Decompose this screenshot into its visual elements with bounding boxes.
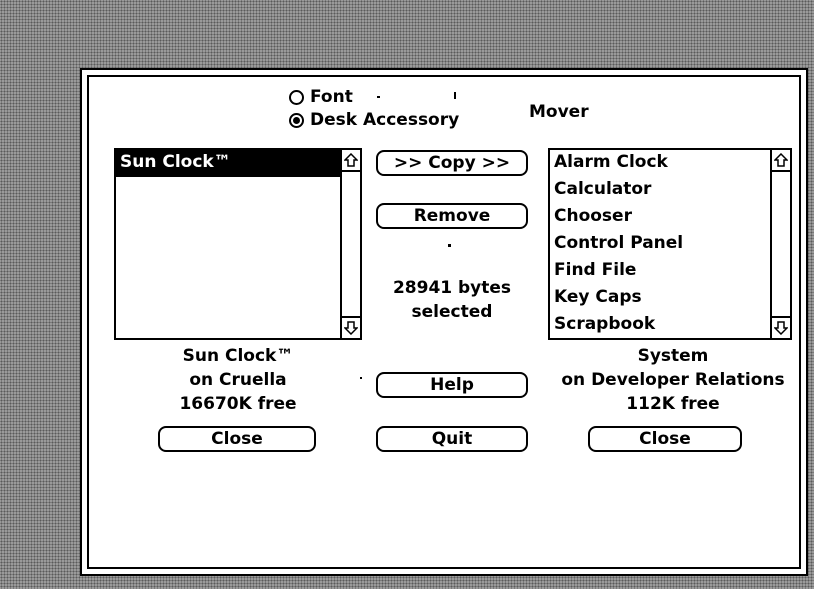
scan-speck (377, 96, 380, 98)
right-file-list[interactable]: Alarm Clock Calculator Chooser Control P… (548, 148, 792, 340)
status-selected: selected (411, 302, 493, 322)
left-list-items: Sun Clock™ (116, 150, 340, 338)
right-scrollbar[interactable] (770, 150, 790, 338)
left-scroll-down-arrow-icon[interactable] (342, 316, 360, 338)
left-free-space: 16670K free (179, 394, 297, 414)
list-item[interactable]: Find File (550, 258, 770, 285)
list-item[interactable]: Alarm Clock (550, 150, 770, 177)
list-item[interactable]: Key Caps (550, 285, 770, 312)
list-item[interactable]: Control Panel (550, 231, 770, 258)
list-item[interactable]: Scrapbook (550, 312, 770, 338)
radio-font-indicator[interactable] (289, 89, 304, 105)
list-item[interactable]: Sun Clock™ (116, 150, 340, 177)
left-file-list[interactable]: Sun Clock™ (114, 148, 362, 340)
radio-desk-accessory-indicator[interactable] (289, 112, 304, 128)
right-volume-name: on Developer Relations (561, 370, 785, 390)
status-bytes: 28941 bytes (392, 278, 512, 298)
radio-font-label: Font (310, 87, 353, 107)
font-da-mover-dialog: Font Desk Accessory Mover Sun Clock™ >> … (80, 68, 808, 576)
right-scroll-down-arrow-icon[interactable] (772, 316, 790, 338)
left-scroll-up-arrow-icon[interactable] (342, 150, 360, 172)
scan-speck (448, 244, 451, 247)
list-item[interactable]: Calculator (550, 177, 770, 204)
right-scroll-up-arrow-icon[interactable] (772, 150, 790, 172)
left-volume-info: Sun Clock™ on Cruella 16670K free (114, 344, 362, 416)
list-item[interactable]: Chooser (550, 204, 770, 231)
left-scrollbar[interactable] (340, 150, 360, 338)
left-volume-name: on Cruella (189, 370, 287, 390)
quit-button[interactable]: Quit (376, 426, 528, 452)
help-button[interactable]: Help (376, 372, 528, 398)
left-file-name: Sun Clock™ (182, 346, 294, 366)
right-free-space: 112K free (626, 394, 720, 414)
radio-desk-accessory-label: Desk Accessory (310, 110, 460, 130)
selection-status: 28941 bytes selected (372, 276, 532, 324)
right-file-name: System (637, 346, 709, 366)
radio-font-option[interactable]: Font (289, 86, 353, 108)
radio-desk-accessory-option[interactable]: Desk Accessory (289, 109, 459, 131)
copy-button[interactable]: >> Copy >> (376, 150, 528, 176)
right-close-button[interactable]: Close (588, 426, 742, 452)
right-volume-info: System on Developer Relations 112K free (538, 344, 808, 416)
left-close-button[interactable]: Close (158, 426, 316, 452)
scan-speck (454, 92, 456, 99)
remove-button[interactable]: Remove (376, 203, 528, 229)
scan-speck (360, 377, 362, 379)
right-list-items: Alarm Clock Calculator Chooser Control P… (550, 150, 770, 338)
app-title: Mover (529, 102, 589, 122)
